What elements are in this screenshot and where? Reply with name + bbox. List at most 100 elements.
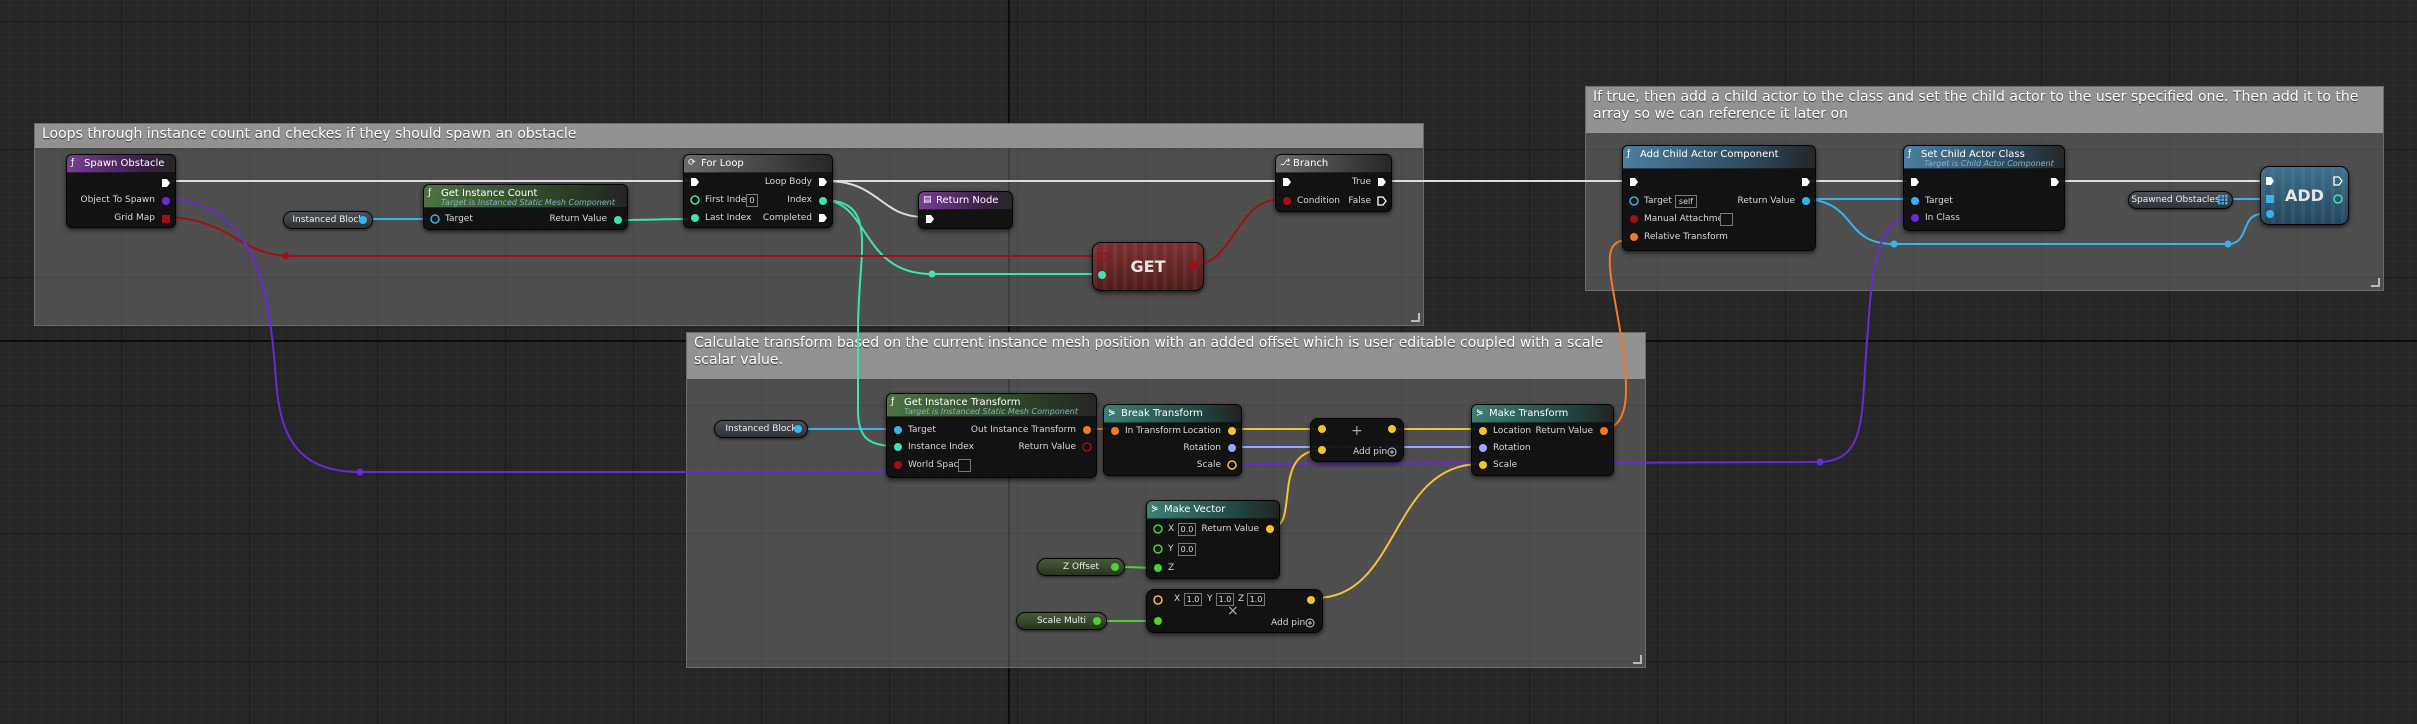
rotator-output-pin[interactable] (1227, 443, 1237, 453)
vector-output-pin[interactable] (1387, 424, 1397, 434)
return-node[interactable]: ▤ Return Node (918, 191, 1013, 229)
rotator-input-pin[interactable] (1478, 443, 1488, 453)
return-icon: ▤ (923, 195, 932, 205)
int-input-pin[interactable] (1097, 270, 1107, 280)
vector-output-pin[interactable] (1227, 460, 1237, 470)
exec-input-pin[interactable] (690, 177, 700, 187)
exec-input-pin[interactable] (925, 214, 935, 224)
add-pin-icon[interactable] (1387, 447, 1397, 457)
z-offset-variable[interactable]: Z Offset (1037, 558, 1125, 576)
int-input-pin[interactable] (690, 195, 700, 205)
array-input-pin[interactable] (1097, 252, 1107, 262)
add-pin-icon[interactable] (1305, 618, 1315, 628)
spawned-obstacles-variable[interactable]: Spawned Obstacles (2128, 191, 2233, 209)
bool-output-pin[interactable] (1189, 260, 1199, 270)
exec-input-pin[interactable] (1629, 177, 1639, 187)
int-input-pin[interactable] (893, 442, 903, 452)
object-input-pin[interactable] (2265, 209, 2275, 219)
exec-output-pin[interactable] (2050, 177, 2060, 187)
vector-input-pin[interactable] (1317, 424, 1327, 434)
array-get-node[interactable]: GET (1092, 242, 1204, 291)
exec-output-pin[interactable] (2333, 176, 2343, 186)
bool-output-pin[interactable] (161, 214, 171, 224)
spawn-obstacle-node[interactable]: ƒ Spawn Obstacle Object To Spawn Grid Ma… (66, 154, 176, 228)
float-input-pin[interactable] (1153, 563, 1163, 573)
vector-output-pin[interactable] (1265, 524, 1275, 534)
bool-output-pin[interactable] (1082, 442, 1092, 452)
exec-output-pin[interactable] (818, 213, 828, 223)
transform-output-pin[interactable] (1599, 426, 1609, 436)
exec-output-pin[interactable] (161, 178, 171, 188)
y-value-field[interactable]: 0.0 (1178, 543, 1196, 556)
object-output-pin[interactable] (1801, 196, 1811, 206)
bool-input-pin[interactable] (1282, 196, 1292, 206)
make-transform-node[interactable]: ⋟ Make Transform Location Rotation Scale… (1471, 404, 1614, 476)
break-transform-node[interactable]: ⋟ Break Transform In Transform Location … (1103, 404, 1242, 476)
x-value-field[interactable]: 0.0 (1178, 523, 1196, 536)
float-input-pin[interactable] (1153, 616, 1163, 626)
instanced-block-variable[interactable]: Instanced Block (283, 211, 373, 229)
pin-label: Target (445, 214, 473, 224)
vector-output-pin[interactable] (1227, 426, 1237, 436)
bool-input-pin[interactable] (893, 460, 903, 470)
float-input-pin[interactable] (1153, 544, 1163, 554)
branch-node[interactable]: ⎇ Branch Condition True False (1275, 154, 1392, 212)
vector-input-pin[interactable] (1478, 426, 1488, 436)
scale-multi-variable[interactable]: Scale Multi (1016, 612, 1107, 630)
bool-input-pin[interactable] (1629, 214, 1639, 224)
int-output-pin[interactable] (818, 196, 828, 206)
vector-add-node[interactable]: + Add pin (1310, 418, 1404, 462)
object-input-pin[interactable] (430, 214, 440, 224)
get-instance-transform-node[interactable]: ƒ Get Instance Transform Target is Insta… (886, 393, 1097, 478)
set-child-actor-class-node[interactable]: ƒ Set Child Actor Class Target is Child … (1903, 145, 2065, 231)
object-input-pin[interactable] (1910, 196, 1920, 206)
int-output-pin[interactable] (613, 215, 623, 225)
manual-attachment-checkbox[interactable] (1720, 213, 1733, 226)
vector-input-pin[interactable] (1317, 445, 1327, 455)
exec-output-pin[interactable] (818, 177, 828, 187)
transform-output-pin[interactable] (1082, 425, 1092, 435)
array-input-pin[interactable] (2265, 194, 2275, 204)
exec-output-pin[interactable] (1377, 177, 1387, 187)
exec-input-pin[interactable] (2265, 176, 2275, 186)
int-output-pin[interactable] (2333, 194, 2343, 204)
instanced-block-variable[interactable]: Instanced Block (714, 420, 808, 438)
x-value-field[interactable]: 1.0 (1184, 593, 1202, 606)
float-input-pin[interactable] (1153, 524, 1163, 534)
exec-input-pin[interactable] (1282, 177, 1292, 187)
exec-output-pin[interactable] (1801, 177, 1811, 187)
first-index-field[interactable]: 0 (746, 194, 758, 207)
pin-label: Return Value (1018, 442, 1076, 452)
for-loop-node[interactable]: ⟳ For Loop First Index 0 Last Index Loop… (683, 154, 833, 228)
vector-input-pin[interactable] (1153, 595, 1163, 605)
pin-label: Location (1493, 426, 1532, 436)
z-value-field[interactable]: 1.0 (1247, 593, 1265, 606)
make-vector-node[interactable]: ⋟ Make Vector X 0.0 Y 0.0 Z Return Value (1146, 500, 1280, 579)
int-input-pin[interactable] (690, 213, 700, 223)
vector-wire (1315, 463, 1481, 599)
transform-input-pin[interactable] (1629, 232, 1639, 242)
float-output-pin[interactable] (1092, 616, 1102, 626)
add-pin-button[interactable]: Add pin (1353, 447, 1387, 457)
world-space-checkbox[interactable] (958, 459, 971, 472)
class-input-pin[interactable] (1910, 213, 1920, 223)
target-self-field[interactable]: self (1675, 195, 1697, 208)
class-output-pin[interactable] (161, 196, 171, 206)
array-add-node[interactable]: ADD (2260, 166, 2349, 225)
pin-label: Y (1168, 544, 1174, 554)
object-output-pin[interactable] (793, 424, 803, 434)
object-input-pin[interactable] (893, 425, 903, 435)
object-output-pin[interactable] (358, 215, 368, 225)
vector-multiply-node[interactable]: X 1.0 Y 1.0 Z 1.0 × Add pin (1146, 589, 1323, 633)
get-instance-count-node[interactable]: ƒ Get Instance Count Target is Instanced… (423, 184, 628, 230)
array-output-pin[interactable] (2218, 195, 2228, 205)
add-pin-button[interactable]: Add pin (1271, 618, 1305, 628)
vector-output-pin[interactable] (1306, 595, 1316, 605)
transform-input-pin[interactable] (1110, 426, 1120, 436)
exec-input-pin[interactable] (1910, 177, 1920, 187)
object-input-pin[interactable] (1629, 196, 1639, 206)
exec-output-pin[interactable] (1377, 196, 1387, 206)
vector-input-pin[interactable] (1478, 460, 1488, 470)
float-output-pin[interactable] (1110, 562, 1120, 572)
add-child-actor-node[interactable]: ƒ Add Child Actor Component Target self … (1622, 145, 1816, 251)
